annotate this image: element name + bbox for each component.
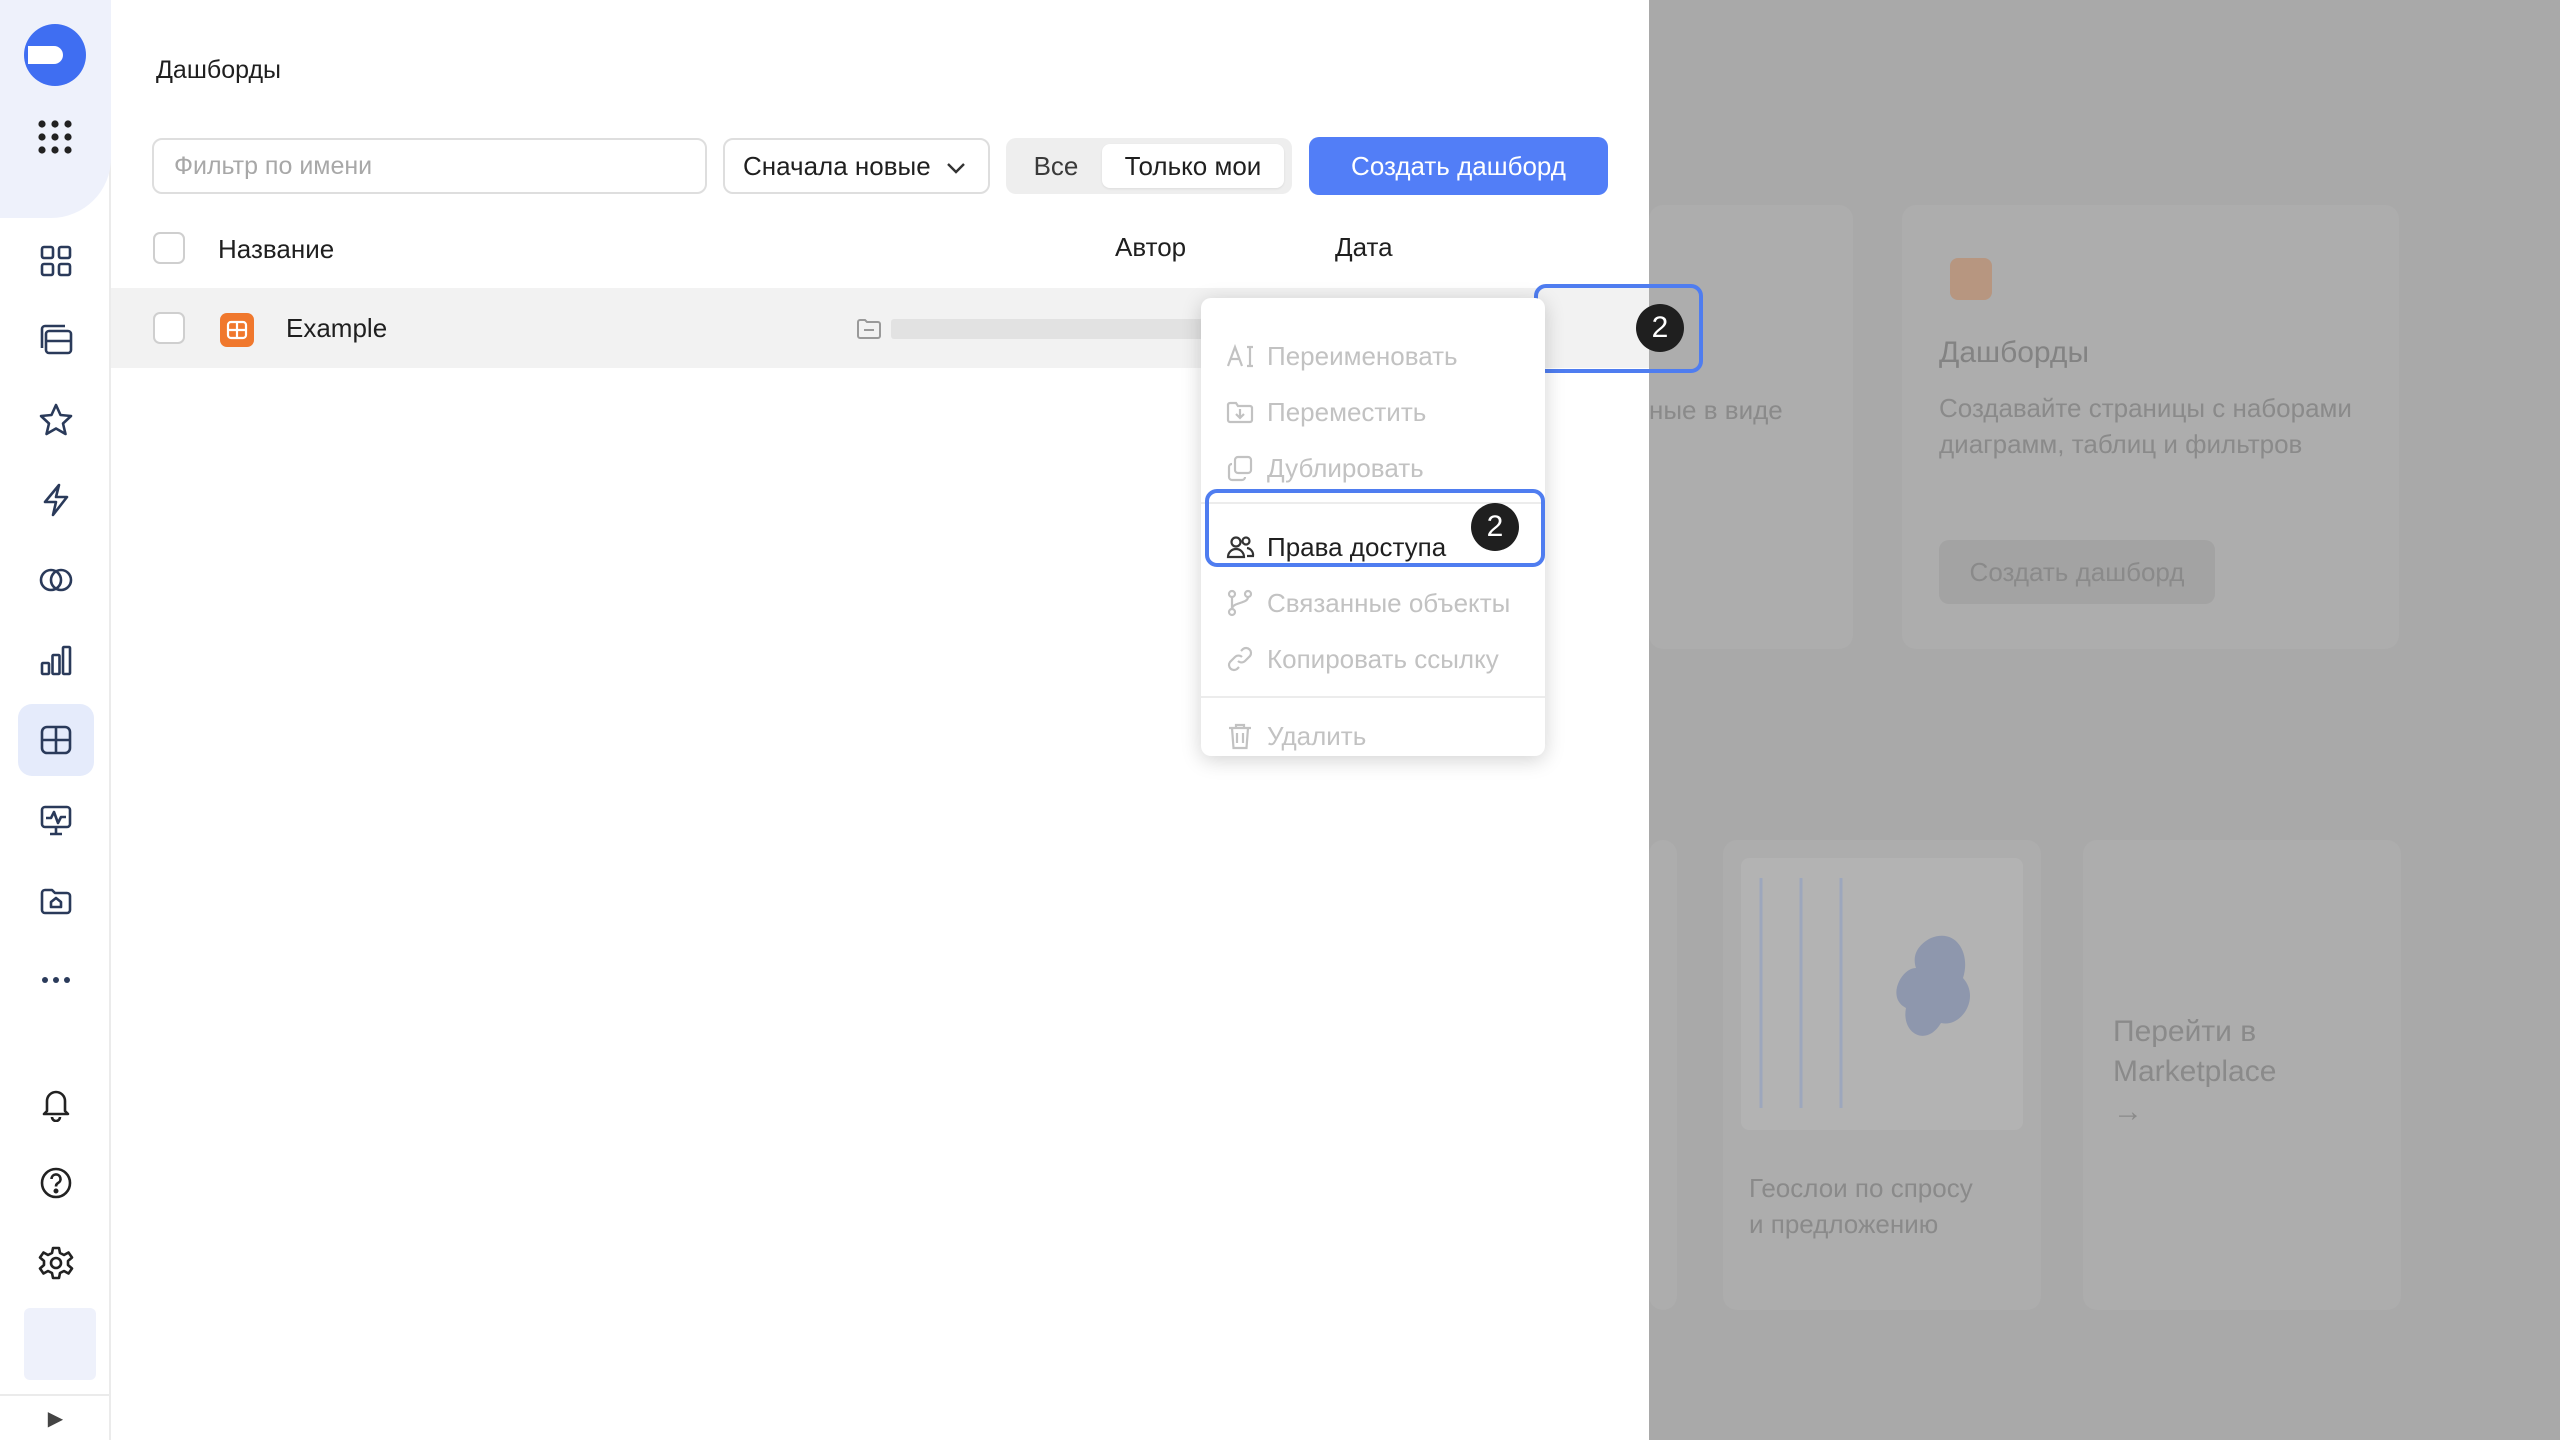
nav-monitoring-icon[interactable]: [18, 784, 94, 856]
row-checkbox[interactable]: [153, 312, 185, 344]
collapse-rail-button[interactable]: ▶: [0, 1394, 111, 1440]
menu-delete[interactable]: Удалить: [1225, 716, 1366, 756]
bg-card-title: Дашборды: [1939, 336, 2089, 369]
menu-rename-label: Переименовать: [1267, 340, 1458, 371]
bg-card-desc-1: Создавайте страницы с наборами: [1939, 393, 2352, 423]
dimmed-background: ные в виде Дашборды Создавайте страницы …: [1649, 0, 2560, 1440]
nav-connections-icon[interactable]: [18, 464, 94, 536]
move-folder-icon: [1226, 401, 1254, 424]
nav-settings-icon[interactable]: [18, 1227, 94, 1299]
ownership-toggle: Все Только мои: [1006, 138, 1292, 194]
bg-partial-text: ные в виде: [1649, 395, 1783, 425]
author-placeholder: [1115, 319, 1205, 339]
sort-select[interactable]: Сначала новые: [723, 138, 990, 194]
bg-market-arrow: →: [2113, 1095, 2143, 1128]
nav-help-icon[interactable]: [18, 1147, 94, 1219]
step-badge-actions: 2: [1636, 304, 1684, 352]
nav-notifications-icon[interactable]: [18, 1067, 94, 1139]
path-placeholder: [891, 319, 1135, 339]
menu-duplicate-label: Дублировать: [1267, 452, 1424, 483]
bg-create-button: Создать дашборд: [1939, 540, 2215, 604]
map-preview-graphic: [1759, 878, 1971, 1108]
nav-rail: ▶: [0, 0, 111, 1440]
column-name-header[interactable]: Название: [218, 234, 334, 265]
menu-duplicate[interactable]: Дублировать: [1225, 448, 1424, 488]
user-avatar[interactable]: [24, 1308, 96, 1380]
row-name[interactable]: Example: [286, 313, 387, 344]
select-all-checkbox[interactable]: [153, 232, 185, 264]
dashboard-type-icon: [220, 313, 254, 347]
menu-move[interactable]: Переместить: [1225, 392, 1426, 432]
column-date-header[interactable]: Дата: [1335, 232, 1393, 263]
menu-move-label: Переместить: [1267, 396, 1427, 427]
create-dashboard-button[interactable]: Создать дашборд: [1309, 137, 1608, 195]
chevron-down-icon: [947, 163, 965, 174]
sort-value: Сначала новые: [743, 150, 931, 181]
menu-rename[interactable]: Переименовать: [1225, 336, 1458, 376]
bg-market-line-2: Marketplace: [2113, 1055, 2277, 1088]
menu-copy-link[interactable]: Копировать ссылку: [1225, 639, 1499, 679]
menu-related-objects[interactable]: Связанные объекты: [1225, 583, 1510, 623]
menu-related-label: Связанные объекты: [1267, 587, 1511, 618]
menu-delete-label: Удалить: [1267, 720, 1367, 751]
related-objects-icon: [1227, 589, 1253, 617]
nav-dashboards-icon[interactable]: [18, 704, 94, 776]
bg-dashboard-icon: [1950, 258, 1992, 300]
nav-more-icon[interactable]: [18, 944, 94, 1016]
seg-mine-button[interactable]: Только мои: [1102, 144, 1284, 188]
bg-card-bottom-left: [1649, 840, 1677, 1310]
nav-charts-icon[interactable]: [18, 624, 94, 696]
column-author-header[interactable]: Автор: [1115, 232, 1186, 263]
nav-workbooks-icon[interactable]: [18, 864, 94, 936]
nav-home-icon[interactable]: [18, 225, 94, 297]
nav-collections-icon[interactable]: [18, 304, 94, 376]
bg-market-line-1: Перейти в: [2113, 1015, 2257, 1048]
duplicate-icon: [1227, 455, 1253, 482]
trash-icon: [1229, 723, 1251, 750]
bg-card-desc-2: диаграмм, таблиц и фильтров: [1939, 429, 2303, 459]
seg-all-button[interactable]: Все: [1014, 144, 1098, 188]
collapse-icon: ▶: [47, 1407, 64, 1430]
menu-copy-link-label: Копировать ссылку: [1267, 643, 1499, 674]
menu-separator: [1201, 696, 1545, 698]
page-title: Дашборды: [156, 56, 281, 84]
rename-icon: [1226, 343, 1253, 368]
link-icon: [1227, 646, 1253, 672]
filter-placeholder: Фильтр по имени: [174, 151, 373, 180]
nav-datasets-icon[interactable]: [18, 544, 94, 616]
name-filter-input[interactable]: Фильтр по имени: [152, 138, 707, 194]
step-badge-access: 2: [1471, 503, 1519, 551]
nav-favorites-icon[interactable]: [18, 384, 94, 456]
bg-map-preview: [1741, 858, 2023, 1130]
bg-geo-line-2: и предложению: [1749, 1209, 1939, 1239]
bg-geo-line-1: Геослои по спросу: [1749, 1173, 1973, 1203]
datalens-logo-icon[interactable]: [22, 22, 88, 88]
apps-grid-icon[interactable]: [36, 118, 74, 156]
folder-icon: [857, 319, 881, 339]
